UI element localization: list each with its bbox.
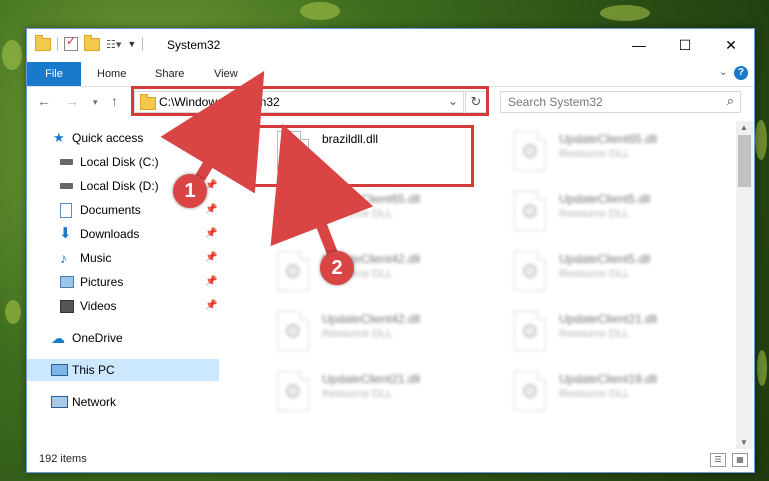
step-2-badge: 2 <box>320 251 354 285</box>
arrow-2 <box>270 123 374 257</box>
annotation-arrows <box>160 70 374 257</box>
step-1-badge: 1 <box>173 174 207 208</box>
arrow-1 <box>160 70 265 194</box>
